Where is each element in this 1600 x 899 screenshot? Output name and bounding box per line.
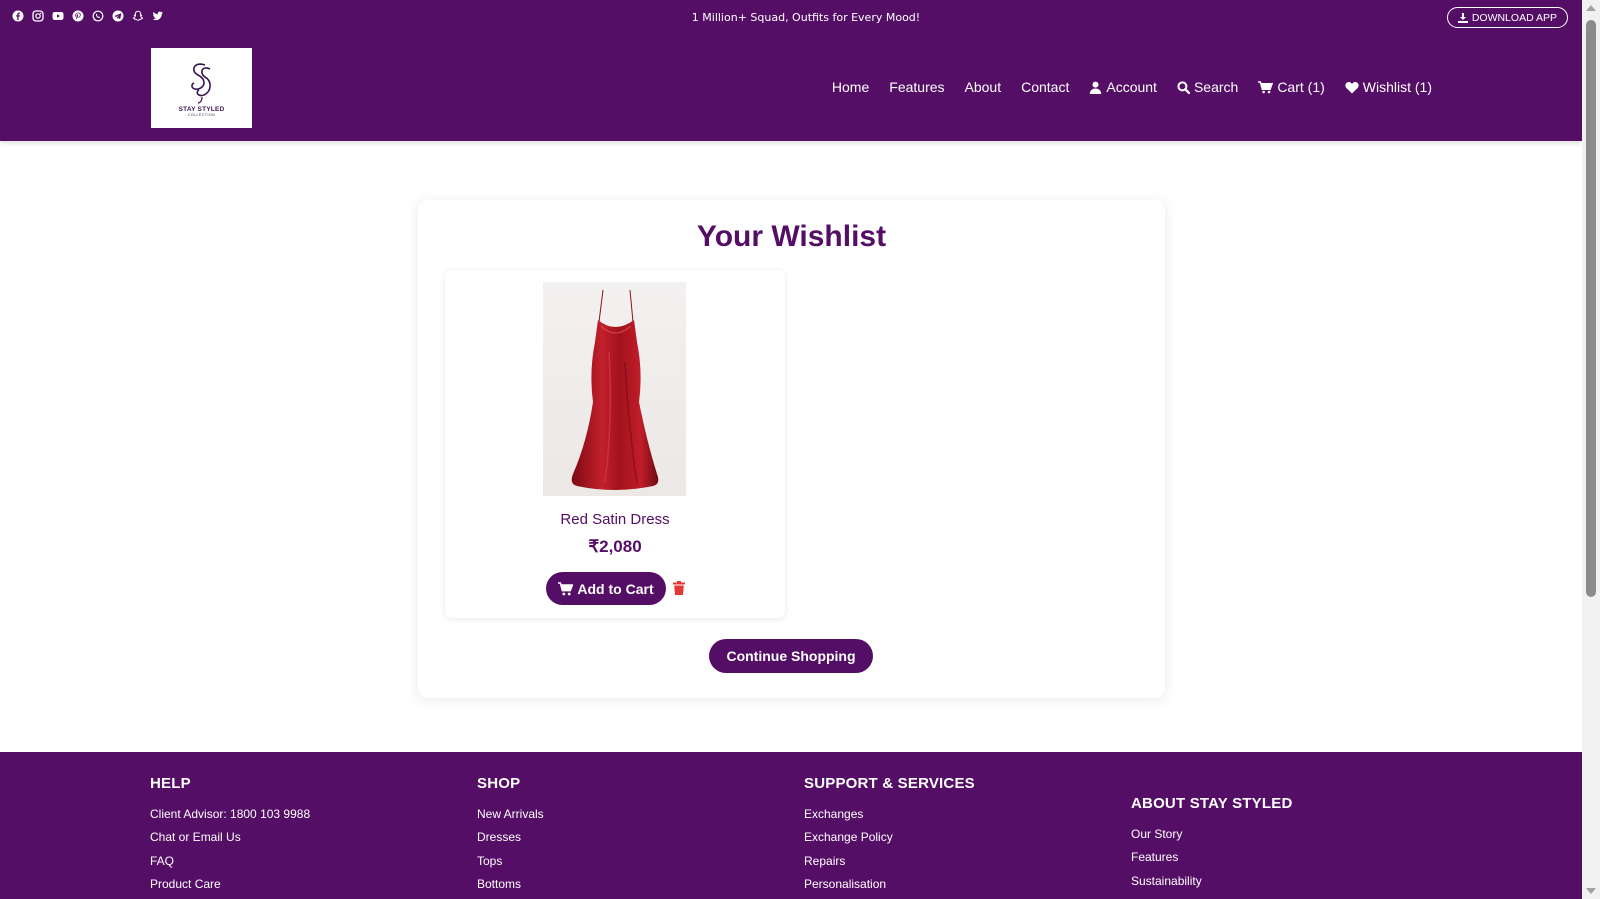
footer-link[interactable]: New Arrivals xyxy=(477,807,544,830)
logo-brand-subtext: COLLECTION xyxy=(187,113,216,117)
footer-column-about: ABOUT STAY STYLED Our Story Features Sus… xyxy=(1131,795,1292,897)
scroll-down-arrow-icon[interactable] xyxy=(1586,888,1596,894)
footer-heading-support: SUPPORT & SERVICES xyxy=(804,775,975,792)
add-to-cart-button[interactable]: Add to Cart xyxy=(546,572,666,605)
main-nav: Home Features About Contact Account Sear… xyxy=(832,79,1432,95)
heart-icon xyxy=(1345,81,1359,93)
vertical-scrollbar[interactable] xyxy=(1582,0,1600,899)
wishlist-item: Red Satin Dress ₹2,080 Add to Cart xyxy=(445,270,785,618)
footer-link[interactable]: Personalisation xyxy=(804,877,975,899)
product-name[interactable]: Red Satin Dress xyxy=(445,511,785,528)
footer-link[interactable]: Chat or Email Us xyxy=(150,830,310,853)
footer-link[interactable]: Bottoms xyxy=(477,877,544,899)
nav-about[interactable]: About xyxy=(965,79,1002,95)
footer-link[interactable]: Sustainability xyxy=(1131,874,1292,897)
download-app-button[interactable]: DOWNLOAD APP xyxy=(1446,7,1568,28)
search-icon xyxy=(1177,80,1190,94)
logo-monogram-icon xyxy=(190,63,211,104)
footer-column-help: HELP Client Advisor: 1800 103 9988 Chat … xyxy=(150,775,310,899)
download-app-label: DOWNLOAD APP xyxy=(1471,11,1557,24)
footer-link[interactable]: Client Advisor: 1800 103 9988 xyxy=(150,807,310,830)
trash-icon[interactable] xyxy=(673,581,685,595)
site-logo[interactable]: STAY STYLED COLLECTION xyxy=(151,48,252,128)
cart-icon xyxy=(558,581,574,595)
site-header: STAY STYLED COLLECTION Home Features Abo… xyxy=(0,34,1582,141)
red-dress-image-icon xyxy=(571,289,659,490)
product-image[interactable] xyxy=(543,282,686,496)
scrollbar-thumb[interactable] xyxy=(1586,20,1596,597)
footer-link[interactable]: Dresses xyxy=(477,830,544,853)
cart-icon xyxy=(1258,80,1274,93)
page-title: Your Wishlist xyxy=(696,220,887,253)
nav-search-label: Search xyxy=(1193,79,1239,95)
nav-wishlist-label: Wishlist (1) xyxy=(1362,79,1432,95)
site-footer: HELP Client Advisor: 1800 103 9988 Chat … xyxy=(0,752,1582,899)
top-bar: 1 Million+ Squad, Outfits for Every Mood… xyxy=(0,0,1582,34)
page: 1 Million+ Squad, Outfits for Every Mood… xyxy=(0,0,1582,899)
nav-account[interactable]: Account xyxy=(1089,79,1157,95)
footer-link[interactable]: FAQ xyxy=(150,854,310,877)
nav-search[interactable]: Search xyxy=(1177,79,1238,95)
scroll-up-arrow-icon[interactable] xyxy=(1586,5,1596,11)
footer-heading-help: HELP xyxy=(150,775,191,792)
footer-column-shop: SHOP New Arrivals Dresses Tops Bottoms xyxy=(477,775,544,899)
footer-heading-about: ABOUT STAY STYLED xyxy=(1131,795,1293,812)
footer-heading-shop: SHOP xyxy=(477,775,521,792)
footer-link[interactable]: Features xyxy=(1131,850,1292,873)
user-icon xyxy=(1090,81,1102,94)
nav-features[interactable]: Features xyxy=(889,79,944,95)
footer-link[interactable]: Product Care xyxy=(150,877,310,899)
nav-contact[interactable]: Contact xyxy=(1021,79,1069,95)
download-icon xyxy=(1457,12,1468,23)
logo-brand-text: STAY STYLED xyxy=(178,106,225,113)
nav-cart-label: Cart (1) xyxy=(1277,79,1325,95)
continue-shopping-button[interactable]: Continue Shopping xyxy=(709,639,873,673)
footer-link[interactable]: Repairs xyxy=(804,854,975,877)
wishlist-card: Your Wishlist Red Satin Dress ₹2,080 Add… xyxy=(418,200,1165,698)
promo-text: 1 Million+ Squad, Outfits for Every Mood… xyxy=(691,11,921,24)
nav-wishlist[interactable]: Wishlist (1) xyxy=(1345,79,1432,95)
footer-link[interactable]: Tops xyxy=(477,854,544,877)
footer-link[interactable]: Exchanges xyxy=(804,807,975,830)
footer-link[interactable]: Exchange Policy xyxy=(804,830,975,853)
nav-cart[interactable]: Cart (1) xyxy=(1258,79,1325,95)
nav-account-label: Account xyxy=(1106,79,1157,95)
nav-home[interactable]: Home xyxy=(832,79,869,95)
footer-link[interactable]: Our Story xyxy=(1131,827,1292,850)
footer-column-support: SUPPORT & SERVICES Exchanges Exchange Po… xyxy=(804,775,975,899)
add-to-cart-label: Add to Cart xyxy=(577,580,654,597)
product-price: ₹2,080 xyxy=(588,537,642,556)
